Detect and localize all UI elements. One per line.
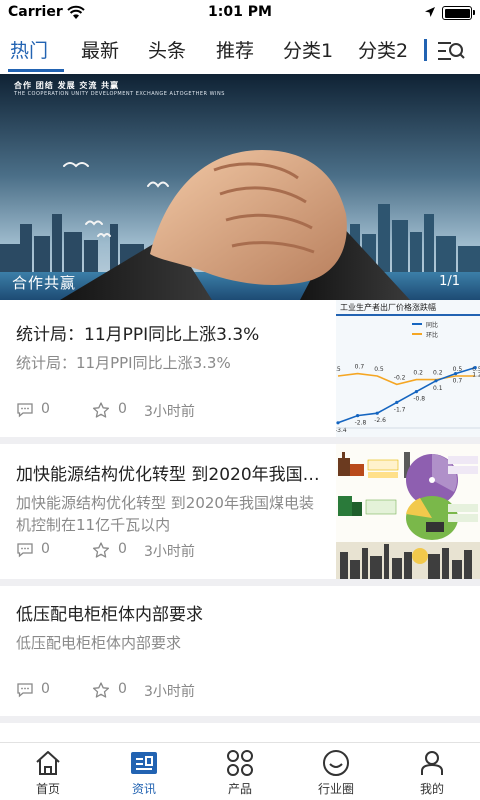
battery-icon bbox=[442, 6, 475, 20]
news-meta: 0 0 3小时前 bbox=[16, 400, 316, 420]
energy-infographic-image bbox=[336, 452, 480, 579]
yoy-point bbox=[434, 379, 438, 383]
news-time: 3小时前 bbox=[144, 404, 195, 420]
nav-industry-label: 行业圈 bbox=[317, 782, 354, 796]
thumb-chart-title: 工业生产者出厂价格涨跌幅 bbox=[340, 302, 436, 312]
legend-yoy-label: 同比 bbox=[426, 321, 438, 329]
yoy-point bbox=[414, 390, 418, 394]
tab-hot[interactable]: 热门 bbox=[10, 36, 48, 63]
mom-data-label: 0.5 bbox=[374, 366, 384, 373]
news-icon bbox=[131, 752, 157, 774]
banner-subheader-text: THE COOPERATION UNITY DEVELOPMENT EXCHAN… bbox=[14, 91, 225, 97]
user-icon bbox=[421, 751, 443, 775]
home-icon bbox=[36, 751, 60, 775]
yoy-data-label: 0.1 bbox=[433, 385, 443, 392]
yoy-point bbox=[336, 421, 340, 425]
mom-data-label: -0.2 bbox=[394, 374, 406, 381]
mom-data-label: 0.2 bbox=[413, 370, 423, 377]
yoy-data-label: -0.8 bbox=[413, 396, 425, 403]
tab-category-2[interactable]: 分类2 bbox=[358, 36, 408, 63]
like-count: 0 bbox=[118, 681, 127, 697]
news-thumbnail-infographic bbox=[336, 444, 480, 579]
nav-home[interactable]: 首页 bbox=[0, 743, 96, 800]
yoy-point bbox=[375, 411, 379, 415]
grid-icon bbox=[227, 750, 253, 776]
mom-data-label: 0.2 bbox=[433, 370, 443, 377]
news-item[interactable]: 加快能源结构优化转型 到2020年我国煤电装机控制在11亿千瓦以内 加快能源结构… bbox=[0, 444, 480, 579]
mom-data-label: .5 bbox=[336, 366, 341, 373]
yoy-data-label: -1.7 bbox=[394, 406, 406, 413]
news-title: 统计局：11月PPI同比上涨3.3% bbox=[16, 325, 260, 345]
banner-image bbox=[0, 74, 480, 300]
news-thumbnail-chart: 工业生产者出厂价格涨跌幅 同比 环比 .5 0.7 0.5 -0.2 0.2 0.2 0.5… bbox=[336, 300, 480, 437]
tabs-divider bbox=[424, 39, 427, 61]
banner-header-text: 合作 团结 发展 交流 共赢 bbox=[14, 81, 120, 90]
ppi-line-chart: 工业生产者出厂价格涨跌幅 同比 环比 .5 0.7 0.5 -0.2 0.2 0.2 0.5… bbox=[336, 302, 480, 434]
banner-title: 合作共赢 bbox=[12, 274, 77, 292]
nav-news-label: 资讯 bbox=[131, 782, 156, 796]
yoy-data-label: -2.8 bbox=[355, 420, 367, 427]
like-count: 0 bbox=[118, 541, 127, 557]
banner-carousel[interactable]: 合作 团结 发展 交流 共赢 THE COOPERATION UNITY DEV… bbox=[0, 74, 480, 300]
list-separator bbox=[0, 437, 480, 444]
banner-page-indicator: 1/1 bbox=[439, 274, 460, 289]
nav-profile-label: 我的 bbox=[419, 782, 444, 796]
news-summary: 统计局：11月PPI同比上涨3.3% bbox=[16, 354, 231, 372]
tab-latest[interactable]: 最新 bbox=[81, 36, 119, 63]
tab-recommended[interactable]: 推荐 bbox=[216, 36, 254, 63]
yoy-data-label: -2.6 bbox=[374, 417, 386, 424]
comment-count: 0 bbox=[41, 681, 50, 697]
category-menu-icon[interactable] bbox=[436, 39, 466, 63]
comment-icon[interactable] bbox=[16, 542, 34, 558]
news-title: 加快能源结构优化转型 到2020年我国煤电装机控制在11亿千瓦以内 bbox=[16, 465, 324, 485]
comment-count: 0 bbox=[41, 401, 50, 417]
location-arrow-icon bbox=[425, 7, 435, 17]
list-separator bbox=[0, 716, 480, 723]
star-icon[interactable] bbox=[92, 402, 110, 418]
yoy-data-label: 0.7 bbox=[453, 378, 463, 385]
yoy-point bbox=[395, 400, 399, 404]
news-meta: 0 0 3小时前 bbox=[16, 540, 316, 560]
bottom-tab-bar: 首页 资讯 产品 行业圈 我的 bbox=[0, 742, 480, 800]
nav-industry[interactable]: 行业圈 bbox=[288, 743, 384, 800]
tab-category-1[interactable]: 分类1 bbox=[283, 36, 333, 63]
star-icon[interactable] bbox=[92, 682, 110, 698]
mom-data-label: 0.7 bbox=[355, 364, 365, 371]
news-time: 3小时前 bbox=[144, 684, 195, 700]
yoy-point bbox=[454, 372, 458, 376]
news-item[interactable]: 低压配电柜柜体内部要求 低压配电柜柜体内部要求 0 0 3小时前 bbox=[0, 586, 480, 716]
nav-profile[interactable]: 我的 bbox=[384, 743, 480, 800]
news-summary: 加快能源结构优化转型 到2020年我国煤电装机控制在11亿千瓦以内 bbox=[16, 494, 314, 534]
tab-headlines[interactable]: 头条 bbox=[148, 36, 186, 63]
nav-home-label: 首页 bbox=[35, 782, 60, 796]
comment-count: 0 bbox=[41, 541, 50, 557]
like-count: 0 bbox=[118, 401, 127, 417]
yoy-data-label: 1.2 bbox=[472, 372, 480, 379]
mom-data-label: 0.5 bbox=[453, 366, 463, 373]
nav-products[interactable]: 产品 bbox=[192, 743, 288, 800]
comment-icon[interactable] bbox=[16, 402, 34, 418]
category-tabs: 热门 最新 头条 推荐 分类1 分类2 bbox=[0, 26, 480, 74]
list-separator bbox=[0, 579, 480, 586]
yoy-point bbox=[473, 366, 477, 370]
nav-news[interactable]: 资讯 bbox=[96, 743, 192, 800]
news-meta: 0 0 3小时前 bbox=[16, 680, 316, 700]
news-title: 低压配电柜柜体内部要求 bbox=[16, 605, 203, 625]
news-item[interactable]: 统计局：11月PPI同比上涨3.3% 统计局：11月PPI同比上涨3.3% 0 … bbox=[0, 300, 480, 437]
clock: 1:01 PM bbox=[208, 4, 272, 20]
status-bar: Carrier 1:01 PM bbox=[0, 0, 480, 26]
news-summary: 低压配电柜柜体内部要求 bbox=[16, 634, 182, 652]
smile-icon bbox=[323, 750, 349, 776]
star-icon[interactable] bbox=[92, 542, 110, 558]
yoy-point bbox=[356, 414, 360, 418]
news-time: 3小时前 bbox=[144, 544, 195, 560]
nav-products-label: 产品 bbox=[227, 782, 252, 796]
legend-mom-label: 环比 bbox=[426, 331, 438, 339]
active-tab-indicator bbox=[8, 69, 64, 72]
comment-icon[interactable] bbox=[16, 682, 34, 698]
